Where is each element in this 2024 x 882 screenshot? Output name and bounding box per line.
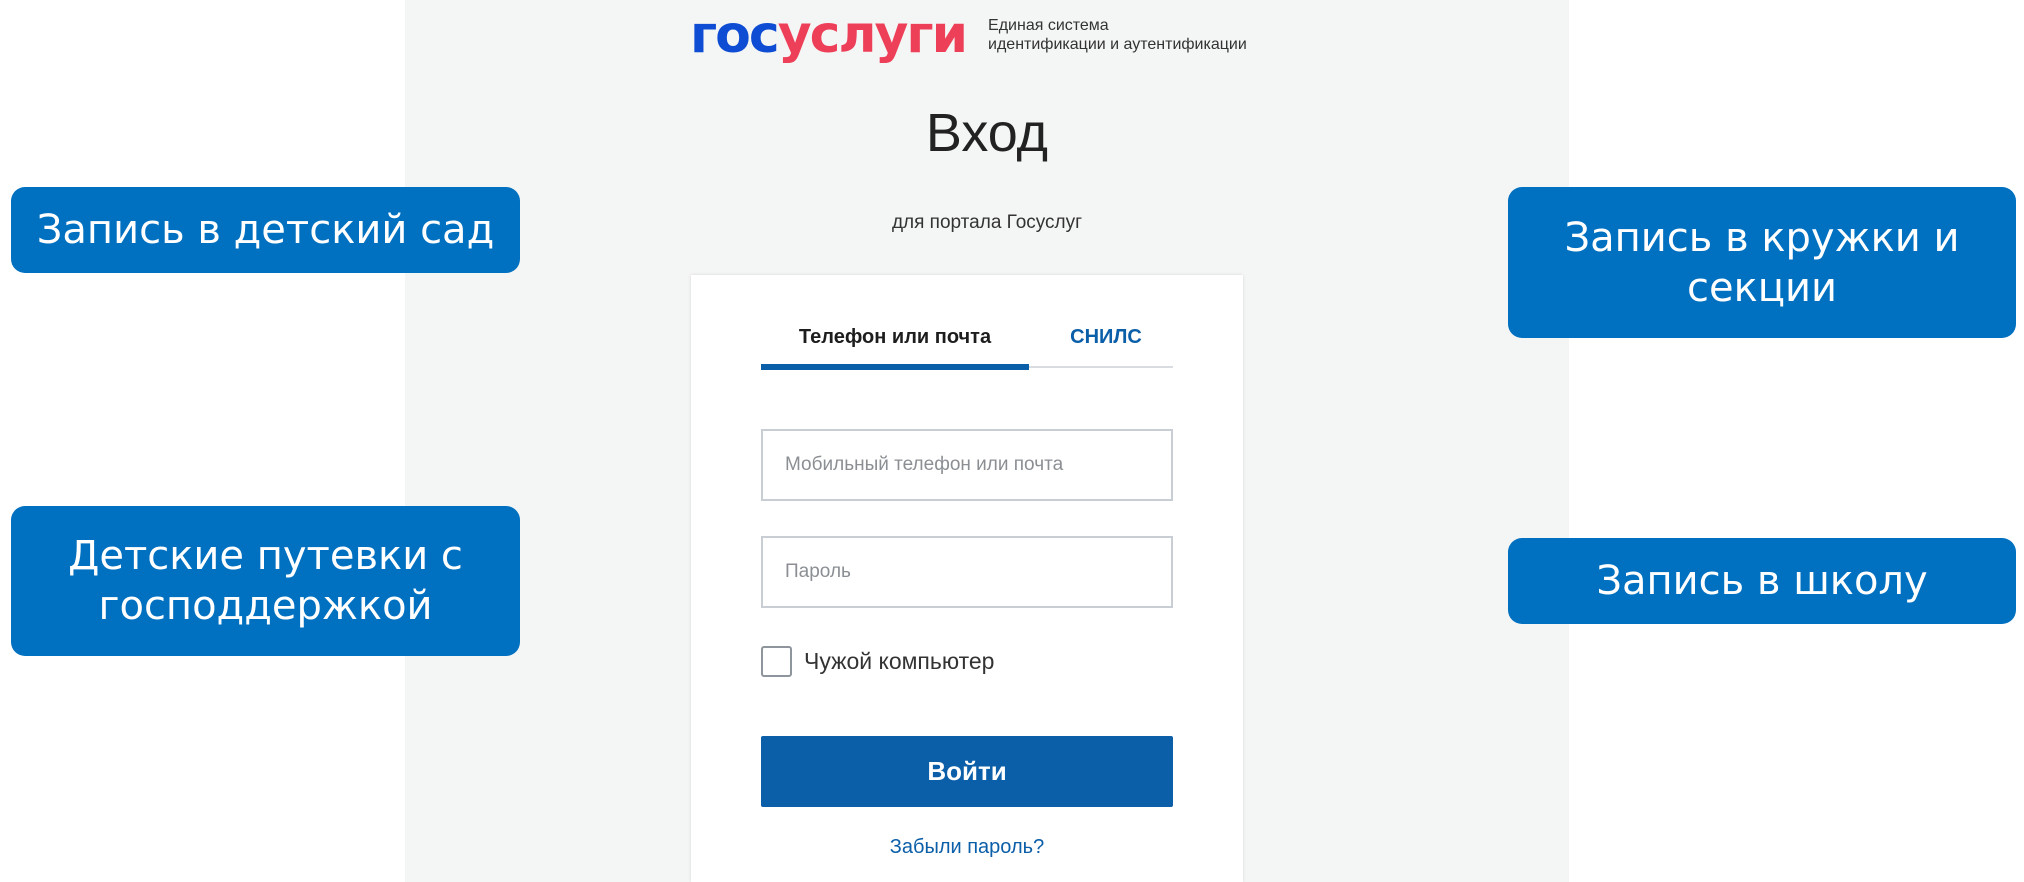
login-card: Телефон или почта СНИЛС Чужой компьютер … — [691, 275, 1243, 882]
login-input[interactable] — [761, 429, 1173, 501]
gosuslugi-logo[interactable]: госуслуги Единая система идентификации и… — [690, 9, 1247, 61]
tab-snils[interactable]: СНИЛС — [1039, 315, 1173, 368]
password-input[interactable] — [761, 536, 1173, 608]
foreign-computer-label[interactable]: Чужой компьютер — [804, 648, 994, 675]
foreign-computer-checkbox[interactable] — [761, 645, 792, 677]
callout-school: Запись в школу — [1508, 538, 2016, 624]
login-tabs: Телефон или почта СНИЛС — [761, 315, 1173, 370]
callout-clubs: Запись в кружки и секции — [1508, 187, 2016, 338]
logo-subtitle-line1: Единая система — [988, 17, 1109, 34]
foreign-computer-option: Чужой компьютер — [761, 644, 994, 678]
logo-uslugi: услуги — [777, 5, 968, 65]
page-subtitle: для портала Госуслуг — [891, 212, 1083, 233]
callout-vouchers: Детские путевки с господдержкой — [11, 506, 520, 656]
logo-subtitle-line2: идентификации и аутентификации — [988, 36, 1247, 53]
logo-wordmark: госуслуги — [690, 9, 968, 61]
tab-phone-or-email[interactable]: Телефон или почта — [761, 315, 1029, 370]
callout-kindergarten: Запись в детский сад — [11, 187, 520, 273]
login-button[interactable]: Войти — [761, 736, 1173, 807]
logo-gos: гос — [690, 5, 780, 65]
forgot-password-link[interactable]: Забыли пароль? — [761, 836, 1173, 859]
logo-subtitle: Единая система идентификации и аутентифи… — [988, 16, 1247, 54]
page-title: Вход — [925, 103, 1049, 163]
